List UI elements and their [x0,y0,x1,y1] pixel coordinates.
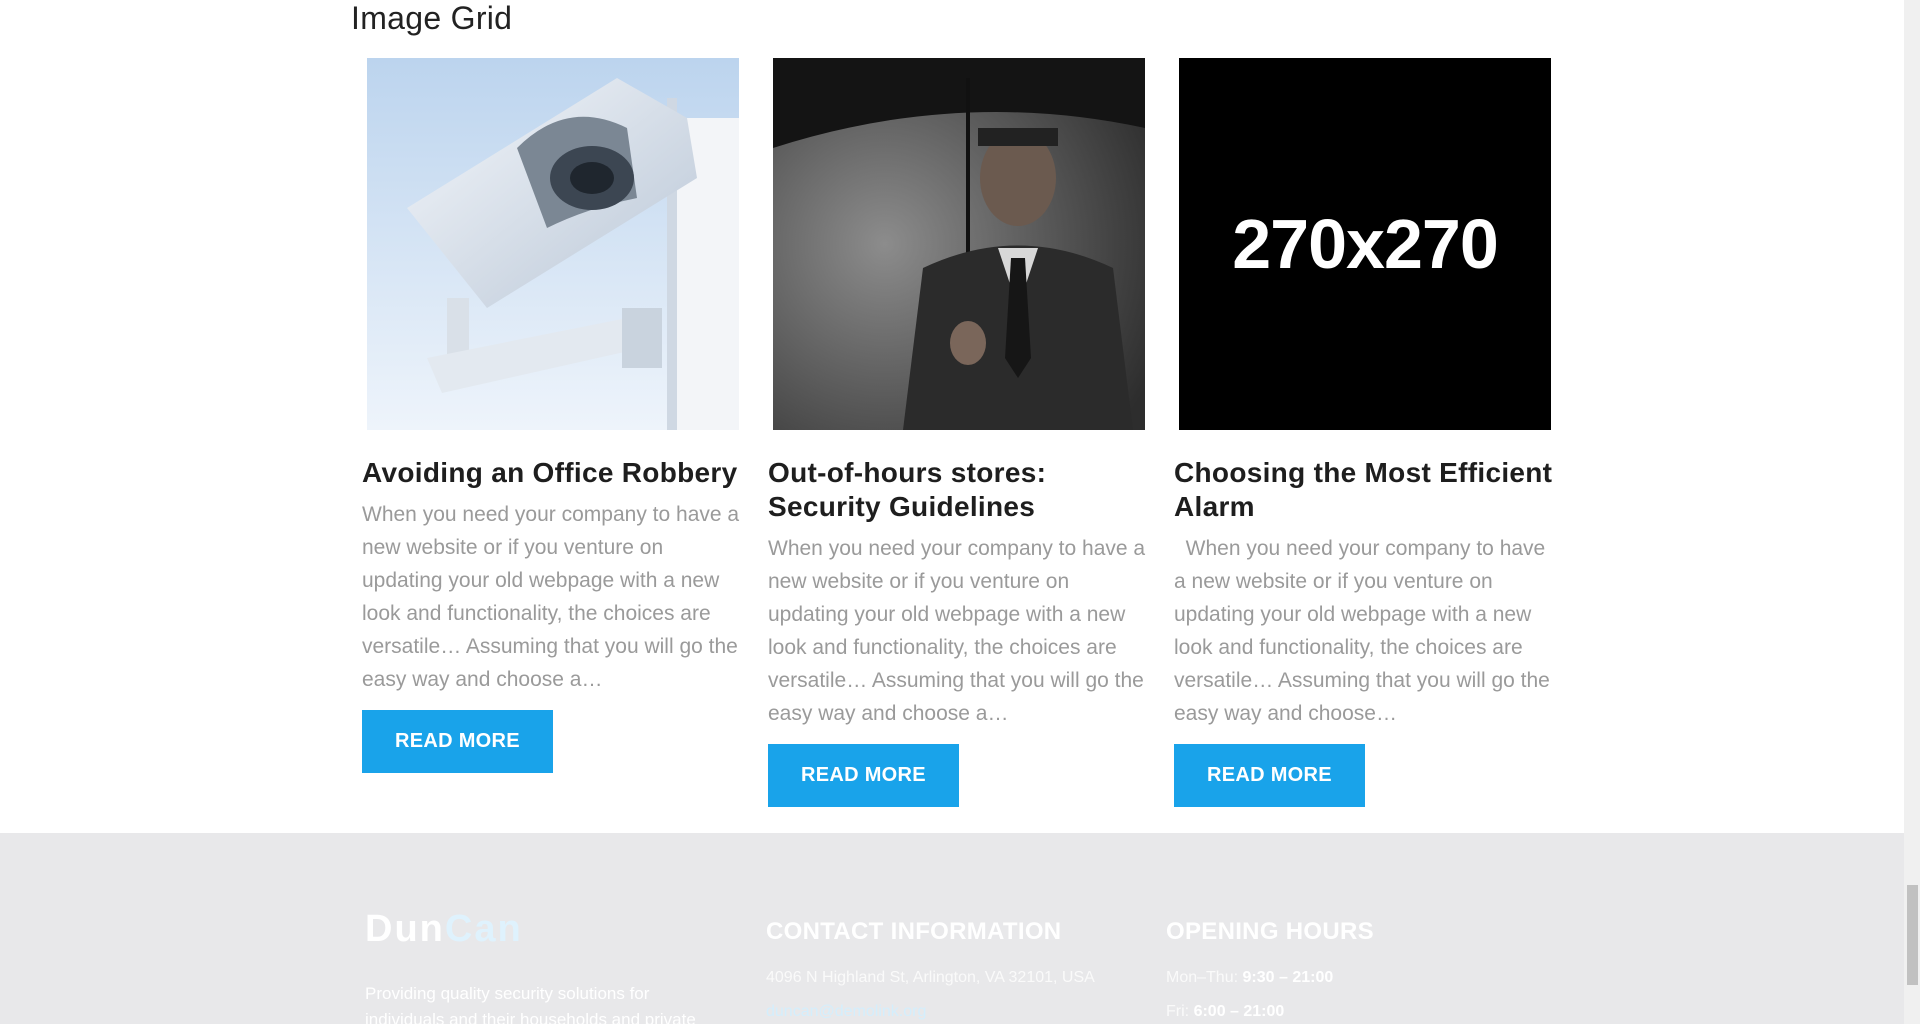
footer-description: Providing quality security solutions for… [365,984,696,1024]
hours-days: Mon–Thu: [1166,969,1239,986]
read-more-button[interactable]: READ MORE [1174,744,1365,807]
hours-row: Fri: 6:00 – 21:00 [1166,1003,1284,1021]
card-title[interactable]: Choosing the Most Efficient Alarm [1174,456,1554,524]
read-more-button[interactable]: READ MORE [768,744,959,807]
card-title[interactable]: Avoiding an Office Robbery [362,456,742,490]
brand-part-2: Can [444,908,523,950]
blog-card: Avoiding an Office Robbery When you need… [362,58,742,773]
footer-address: 4096 N Highland St, Arlington, VA 32101,… [766,969,1095,986]
placeholder-image[interactable]: 270x270 [1179,58,1551,430]
hours-time: 6:00 – 21:00 [1193,1003,1285,1020]
hours-time: 9:30 – 21:00 [1242,969,1334,986]
hours-row: Mon–Thu: 9:30 – 21:00 [1166,969,1333,987]
footer-email-link[interactable]: duncan@demolink.org [766,1003,926,1021]
security-camera-image[interactable] [367,58,739,430]
card-excerpt: When you need your company to have a new… [1174,537,1556,725]
contact-heading: CONTACT INFORMATION [766,918,1062,945]
card-excerpt: When you need your company to have a new… [768,537,1146,725]
card-title[interactable]: Out-of-hours stores: Security Guidelines [768,456,1148,524]
hours-days: Fri: [1166,1003,1190,1020]
hours-heading: OPENING HOURS [1166,918,1374,945]
man-with-umbrella-image[interactable] [773,58,1145,430]
card-excerpt: When you need your company to have a new… [362,503,740,691]
brand-part-1: Dun [365,908,445,950]
section-title: Image Grid [351,0,513,36]
placeholder-label: 270x270 [1232,205,1499,283]
footer-logo[interactable]: DunCan [365,908,523,951]
blog-card: 270x270 Choosing the Most Efficient Alar… [1174,58,1554,807]
blog-card: Out-of-hours stores: Security Guidelines… [768,58,1148,807]
footer: DunCan Providing quality security soluti… [0,833,1904,1024]
page: Image Grid Avoiding an Office Robbery Wh… [0,0,1904,1024]
vertical-scrollbar[interactable] [1904,0,1920,1024]
scrollbar-thumb[interactable] [1907,885,1918,985]
read-more-button[interactable]: READ MORE [362,710,553,773]
